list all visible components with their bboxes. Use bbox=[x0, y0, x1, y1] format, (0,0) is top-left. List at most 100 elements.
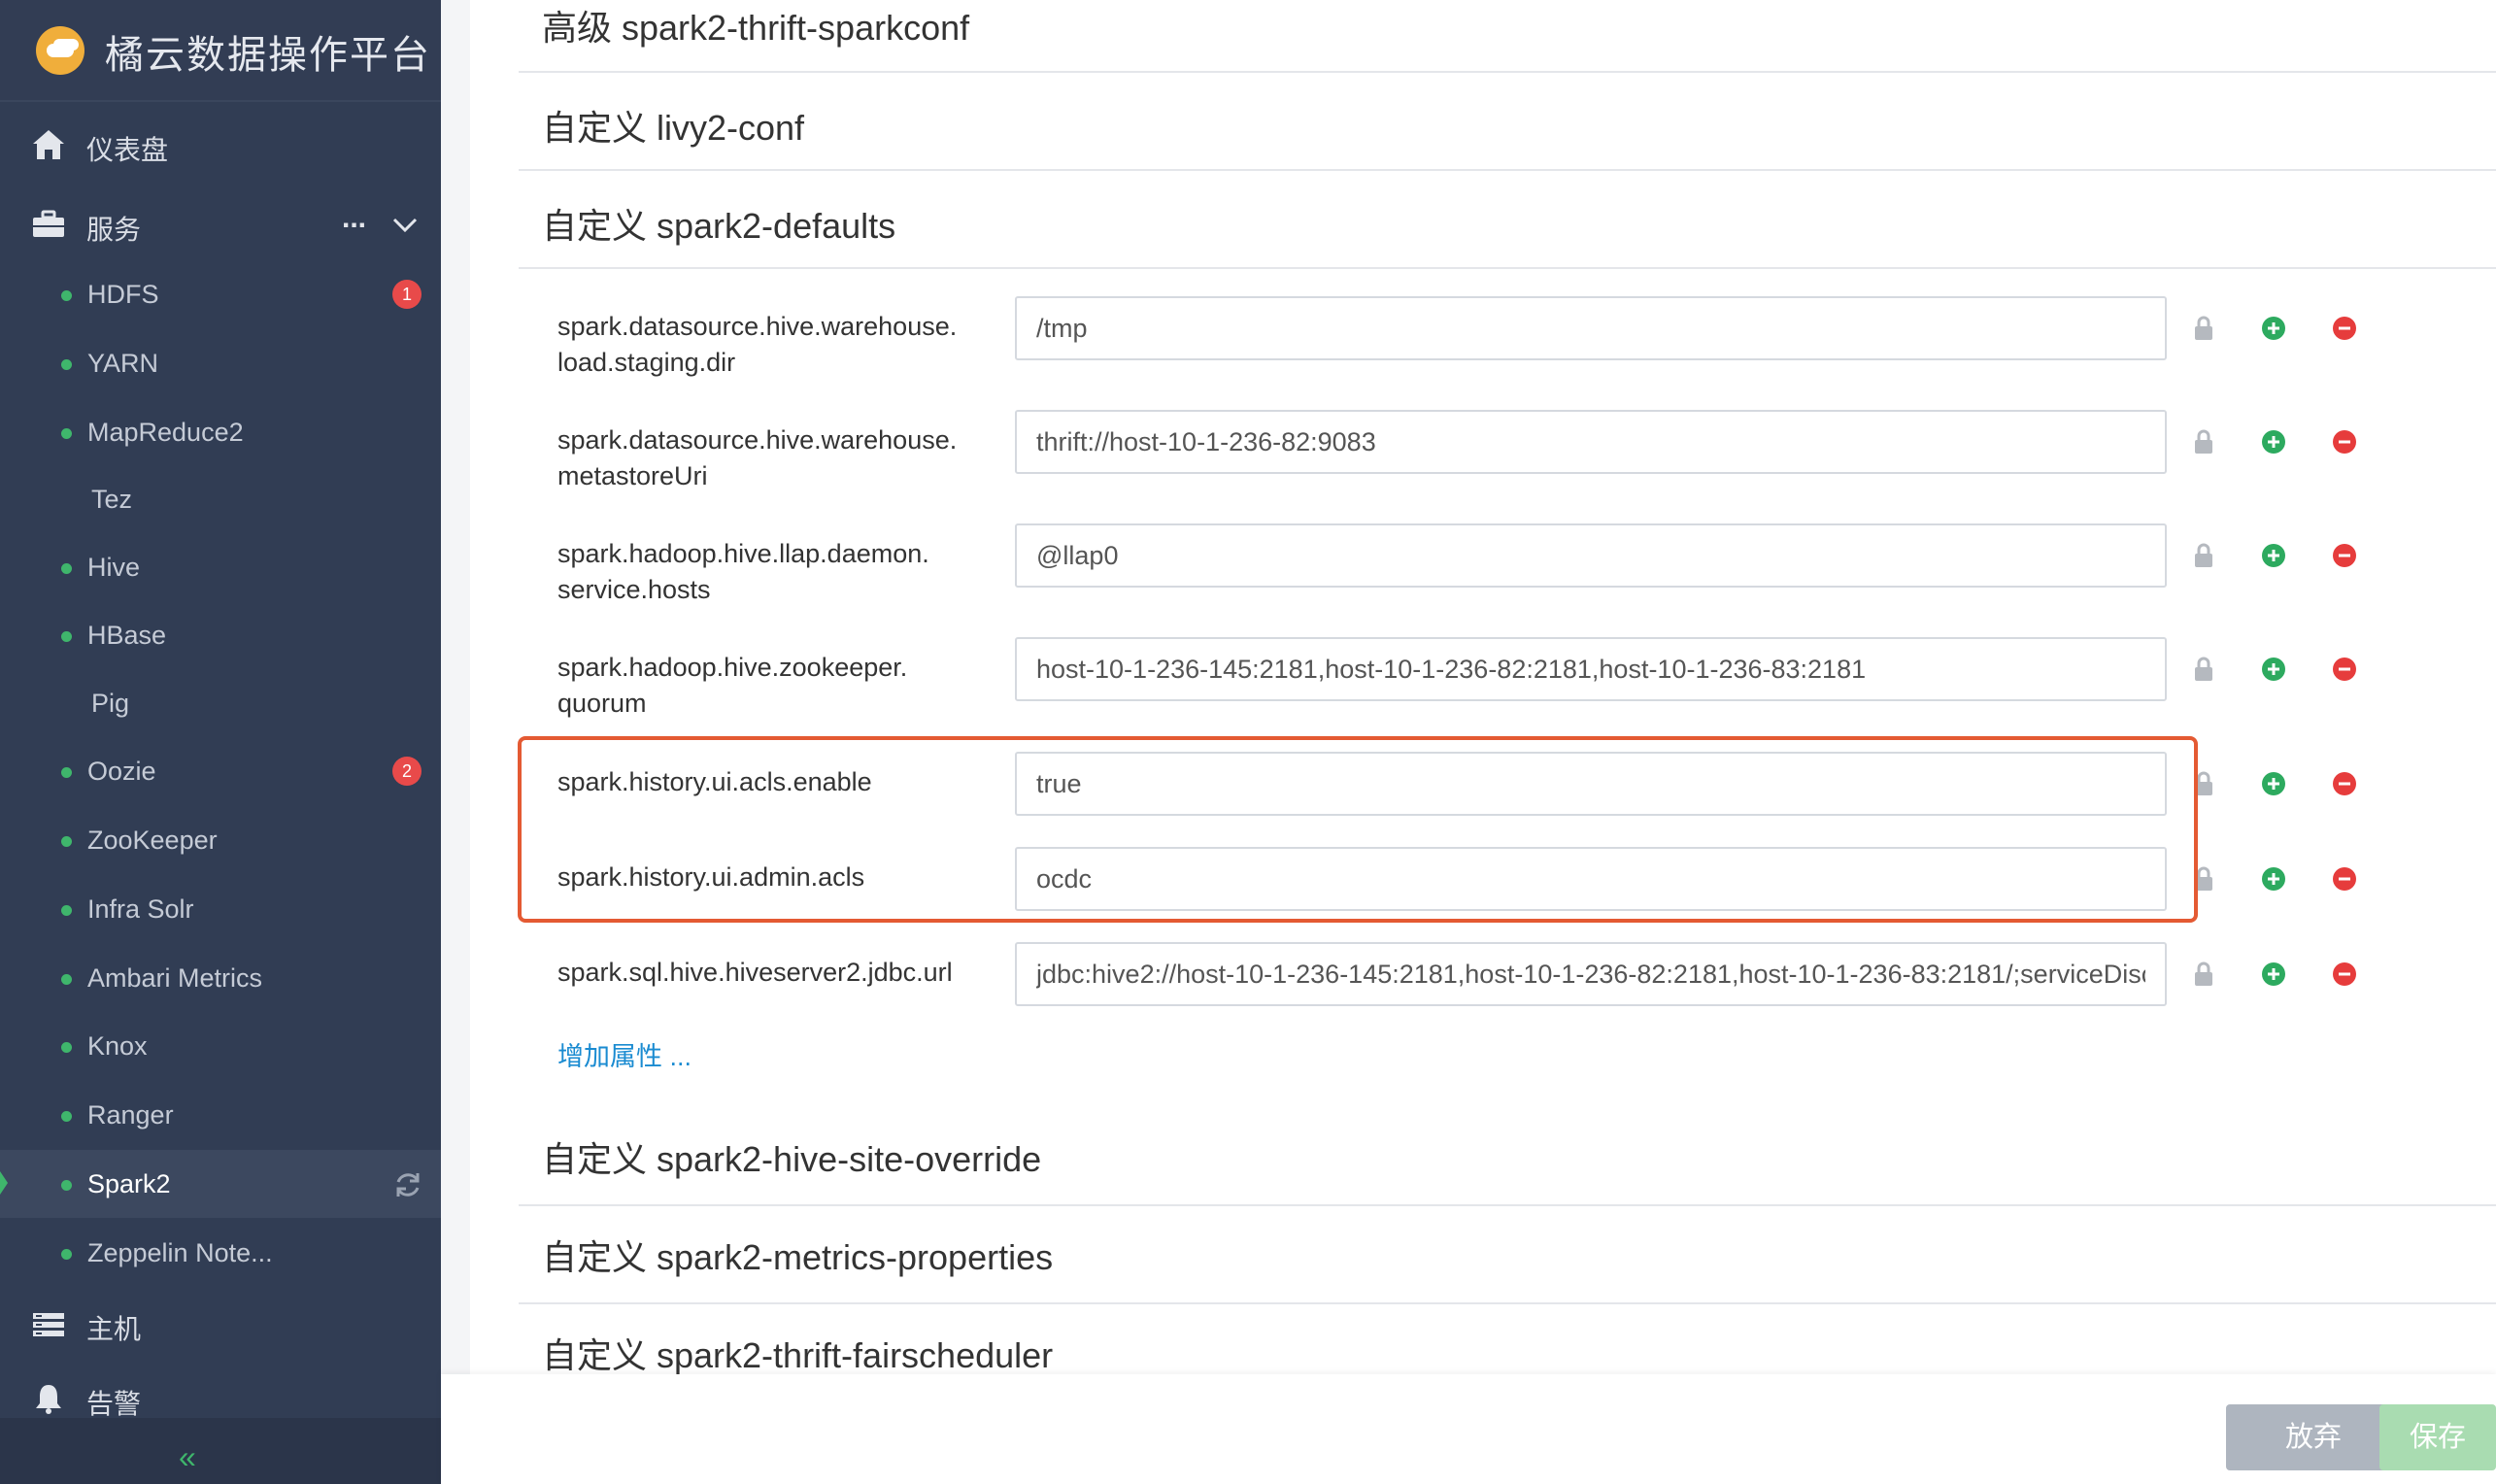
lock-icon[interactable] bbox=[2193, 657, 2214, 682]
chevron-down-icon[interactable] bbox=[392, 218, 418, 233]
service-item-mapreduce2[interactable]: MapReduce2 bbox=[0, 398, 441, 466]
lock-icon[interactable] bbox=[2193, 429, 2214, 455]
section-advanced-spark2-thrift-sparkconf[interactable]: 高级 spark2-thrift-sparkconf bbox=[519, 0, 2496, 73]
section-custom-spark2-defaults[interactable]: 自定义 spark2-defaults bbox=[519, 171, 2496, 269]
plus-circle-icon[interactable] bbox=[2262, 317, 2285, 340]
section-custom-spark2-hive-site-override[interactable]: 自定义 spark2-hive-site-override bbox=[519, 1108, 2496, 1206]
property-row: spark.hadoop.hive.zookeeper. quorum bbox=[519, 637, 2496, 744]
alert-count-badge: 2 bbox=[392, 757, 422, 786]
property-name: spark.datasource.hive.warehouse. load.st… bbox=[557, 312, 958, 377]
active-marker bbox=[0, 1171, 8, 1195]
service-item-spark2[interactable]: Spark2 bbox=[0, 1150, 441, 1218]
service-label: HDFS bbox=[87, 280, 159, 309]
service-label: Knox bbox=[87, 1031, 148, 1061]
sidebar: 橘云数据操作平台 仪表盘 服务 ... HDFS 1 YARN MapReduc… bbox=[0, 0, 441, 1484]
section-title: 自定义 spark2-defaults bbox=[542, 206, 896, 246]
service-item-hbase[interactable]: HBase bbox=[0, 601, 441, 669]
nav-label-alerts: 告警 bbox=[86, 1389, 142, 1419]
property-name: spark.datasource.hive.warehouse. metasto… bbox=[557, 425, 958, 490]
save-button[interactable]: 保存 bbox=[2379, 1404, 2496, 1470]
section-title: 自定义 livy2-conf bbox=[542, 108, 805, 148]
minus-circle-icon[interactable] bbox=[2333, 867, 2356, 891]
plus-circle-icon[interactable] bbox=[2262, 430, 2285, 454]
refresh-icon[interactable] bbox=[393, 1170, 422, 1199]
status-green-icon bbox=[61, 563, 72, 574]
status-green-icon bbox=[61, 1180, 72, 1191]
service-label: Spark2 bbox=[87, 1169, 171, 1198]
status-green-icon bbox=[61, 1249, 72, 1260]
service-item-hive[interactable]: Hive bbox=[0, 533, 441, 601]
service-label: Ranger bbox=[87, 1100, 174, 1130]
nav-item-hosts[interactable]: 主机 bbox=[0, 1290, 441, 1358]
minus-circle-icon[interactable] bbox=[2333, 430, 2356, 454]
status-green-icon bbox=[61, 428, 72, 439]
service-item-oozie[interactable]: Oozie 2 bbox=[0, 737, 441, 805]
nav-label-dashboard: 仪表盘 bbox=[86, 135, 169, 165]
content-gutter bbox=[441, 0, 470, 1374]
service-item-yarn[interactable]: YARN bbox=[0, 329, 441, 397]
minus-circle-icon[interactable] bbox=[2333, 317, 2356, 340]
service-label: Ambari Metrics bbox=[87, 963, 263, 993]
property-row: spark.sql.hive.hiveserver2.jdbc.url bbox=[519, 942, 2496, 1029]
discard-button[interactable]: 放弃 bbox=[2226, 1404, 2401, 1470]
nav-label-services: 服务 bbox=[86, 215, 142, 245]
service-label: HBase bbox=[87, 621, 167, 650]
section-title: 自定义 spark2-metrics-properties bbox=[542, 1237, 1054, 1277]
service-item-tez[interactable]: Tez bbox=[0, 465, 441, 533]
property-value-input[interactable] bbox=[1015, 942, 2167, 1006]
services-more-icon[interactable]: ... bbox=[342, 202, 366, 235]
add-property-link[interactable]: 增加属性 ... bbox=[557, 1035, 691, 1073]
property-row: spark.hadoop.hive.llap.daemon. service.h… bbox=[519, 523, 2496, 630]
property-value-input[interactable] bbox=[1015, 296, 2167, 360]
service-label: Tez bbox=[91, 485, 133, 514]
lock-icon[interactable] bbox=[2193, 316, 2214, 341]
property-name: spark.hadoop.hive.zookeeper. quorum bbox=[557, 653, 908, 718]
property-row: spark.datasource.hive.warehouse. load.st… bbox=[519, 296, 2496, 403]
minus-circle-icon[interactable] bbox=[2333, 544, 2356, 567]
service-label: Zeppelin Note... bbox=[87, 1238, 273, 1267]
service-item-ranger[interactable]: Ranger bbox=[0, 1081, 441, 1149]
service-item-zookeeper[interactable]: ZooKeeper bbox=[0, 806, 441, 874]
section-custom-livy2-conf[interactable]: 自定义 livy2-conf bbox=[519, 73, 2496, 171]
lock-icon[interactable] bbox=[2193, 771, 2214, 796]
section-title: 自定义 spark2-thrift-fairscheduler bbox=[542, 1335, 1054, 1375]
lock-icon[interactable] bbox=[2193, 961, 2214, 987]
minus-circle-icon[interactable] bbox=[2333, 658, 2356, 681]
service-item-knox[interactable]: Knox bbox=[0, 1012, 441, 1080]
plus-circle-icon[interactable] bbox=[2262, 772, 2285, 795]
lock-icon[interactable] bbox=[2193, 543, 2214, 568]
sidebar-collapse-bar[interactable]: « bbox=[0, 1418, 441, 1484]
briefcase-icon bbox=[33, 210, 64, 237]
service-label: ZooKeeper bbox=[87, 826, 218, 855]
plus-circle-icon[interactable] bbox=[2262, 658, 2285, 681]
service-item-hdfs[interactable]: HDFS 1 bbox=[0, 260, 441, 328]
service-item-zeppelin[interactable]: Zeppelin Note... bbox=[0, 1219, 441, 1287]
property-name: spark.history.ui.admin.acls bbox=[557, 862, 865, 892]
brand-header[interactable]: 橘云数据操作平台 bbox=[0, 0, 441, 102]
property-value-input[interactable] bbox=[1015, 523, 2167, 588]
server-list-icon bbox=[33, 1313, 64, 1336]
minus-circle-icon[interactable] bbox=[2333, 962, 2356, 986]
property-name: spark.hadoop.hive.llap.daemon. service.h… bbox=[557, 539, 929, 604]
double-chevron-left-icon[interactable]: « bbox=[179, 1441, 196, 1472]
property-name: spark.history.ui.acls.enable bbox=[557, 767, 872, 796]
plus-circle-icon[interactable] bbox=[2262, 962, 2285, 986]
status-green-icon bbox=[61, 1111, 72, 1122]
plus-circle-icon[interactable] bbox=[2262, 867, 2285, 891]
plus-circle-icon[interactable] bbox=[2262, 544, 2285, 567]
nav-item-dashboard[interactable]: 仪表盘 bbox=[0, 111, 441, 179]
bell-icon bbox=[36, 1385, 61, 1414]
property-value-input[interactable] bbox=[1015, 752, 2167, 816]
lock-icon[interactable] bbox=[2193, 866, 2214, 892]
minus-circle-icon[interactable] bbox=[2333, 772, 2356, 795]
nav-item-services[interactable]: 服务 ... bbox=[0, 190, 441, 258]
service-item-ambari-metrics[interactable]: Ambari Metrics bbox=[0, 944, 441, 1012]
service-label: MapReduce2 bbox=[87, 418, 244, 447]
service-label: Infra Solr bbox=[87, 894, 194, 924]
property-value-input[interactable] bbox=[1015, 637, 2167, 701]
property-value-input[interactable] bbox=[1015, 410, 2167, 474]
service-item-infra-solr[interactable]: Infra Solr bbox=[0, 875, 441, 943]
service-item-pig[interactable]: Pig bbox=[0, 669, 441, 737]
section-custom-spark2-metrics-properties[interactable]: 自定义 spark2-metrics-properties bbox=[519, 1206, 2496, 1304]
property-value-input[interactable] bbox=[1015, 847, 2167, 911]
